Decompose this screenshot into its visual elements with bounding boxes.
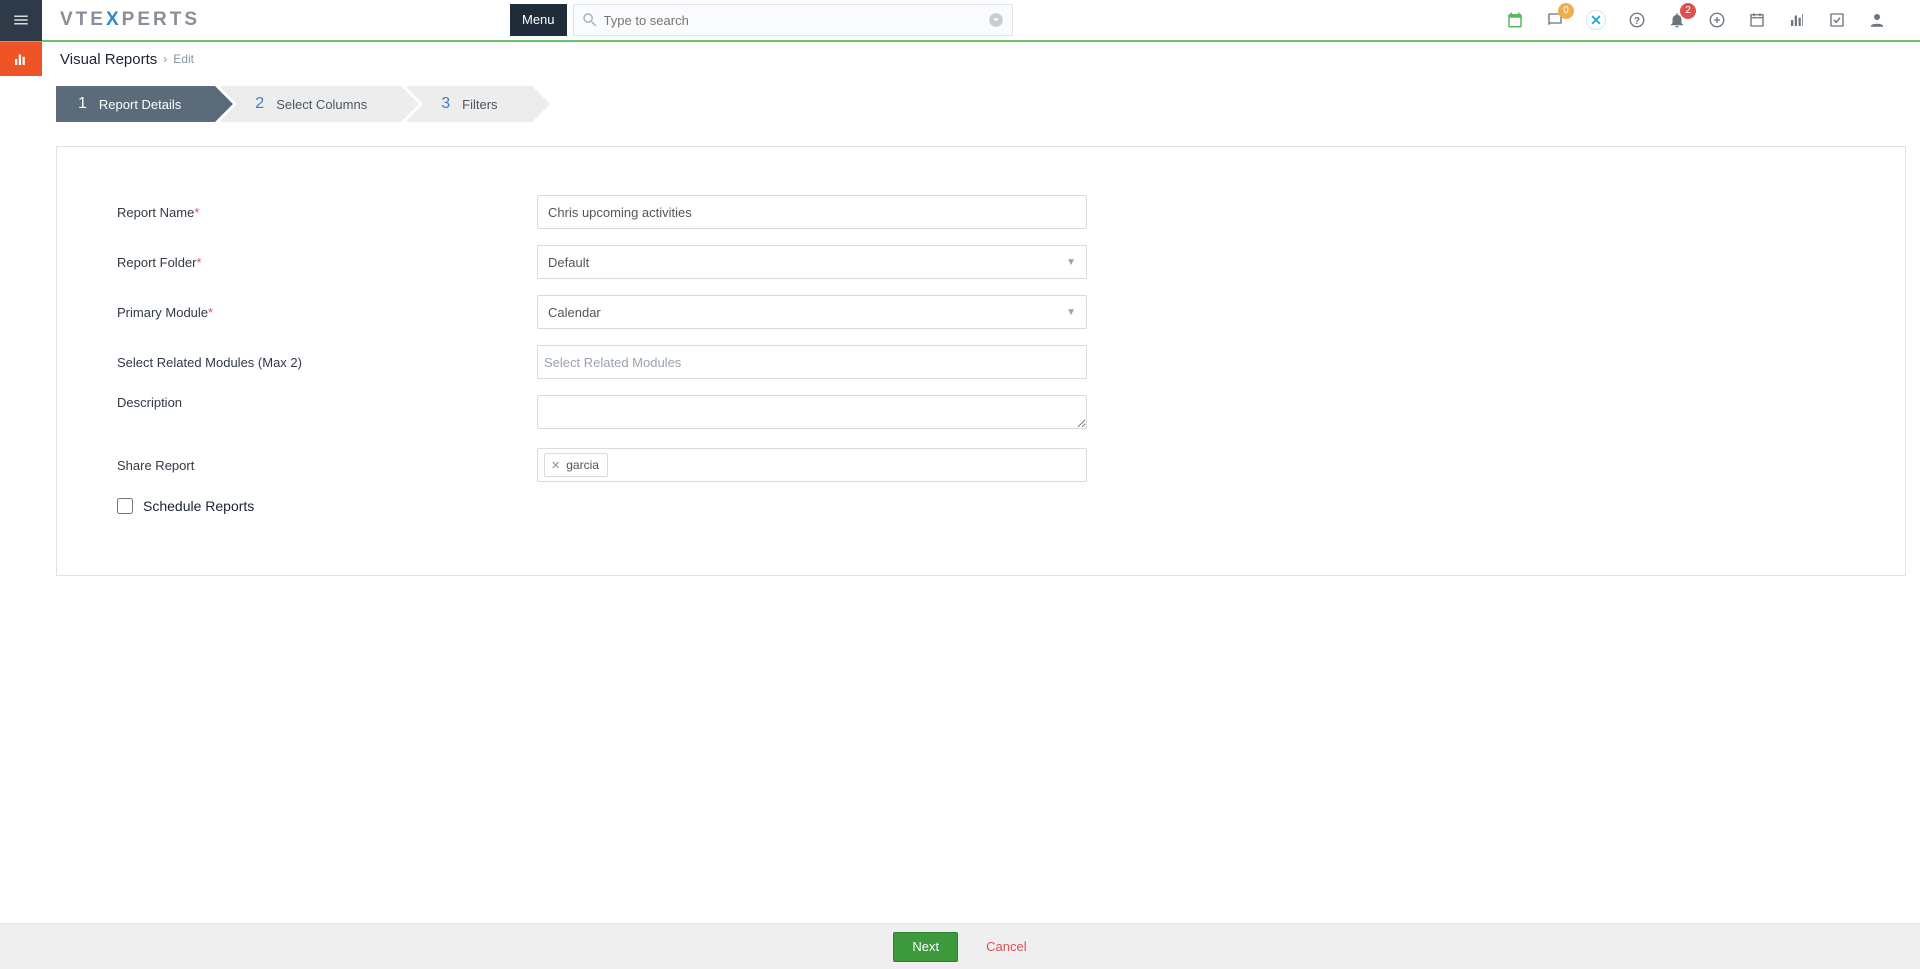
row-primary-module: Primary Module* Calendar ▼ bbox=[117, 295, 1845, 329]
share-report-multiselect[interactable]: ✕ garcia bbox=[537, 448, 1087, 482]
x-app-icon[interactable]: ✕ bbox=[1586, 10, 1606, 30]
chip-label: garcia bbox=[566, 458, 599, 472]
hamburger-menu[interactable] bbox=[0, 0, 42, 41]
row-related-modules: Select Related Modules (Max 2) Select Re… bbox=[117, 345, 1845, 379]
breadcrumb-leaf: Edit bbox=[173, 52, 194, 66]
global-search bbox=[573, 4, 1013, 36]
report-name-input[interactable] bbox=[537, 195, 1087, 229]
svg-text:?: ? bbox=[1634, 16, 1640, 27]
top-bar: VTEXPERTS Menu 0 ✕ ? 2 bbox=[0, 0, 1920, 42]
calendar-icon[interactable] bbox=[1748, 11, 1766, 29]
cancel-link[interactable]: Cancel bbox=[986, 939, 1026, 954]
module-icon[interactable] bbox=[0, 42, 42, 76]
row-report-name: Report Name* bbox=[117, 195, 1845, 229]
schedule-reports-checkbox[interactable] bbox=[117, 498, 133, 514]
sub-bar: Visual Reports › Edit bbox=[0, 42, 1920, 76]
search-icon bbox=[581, 11, 599, 29]
notifications-badge: 2 bbox=[1680, 3, 1696, 19]
tasks-icon[interactable] bbox=[1828, 11, 1846, 29]
share-report-label: Share Report bbox=[117, 458, 537, 473]
step-filters[interactable]: 3 Filters bbox=[407, 86, 531, 122]
report-folder-select[interactable]: Default ▼ bbox=[537, 245, 1087, 279]
calendar-shortcut[interactable] bbox=[1506, 11, 1524, 29]
footer-bar: Next Cancel bbox=[0, 923, 1920, 969]
wizard-steps: 1 Report Details 2 Select Columns 3 Filt… bbox=[56, 86, 1906, 122]
chart-icon bbox=[12, 50, 30, 68]
description-textarea[interactable] bbox=[537, 395, 1087, 429]
step-select-columns[interactable]: 2 Select Columns bbox=[221, 86, 401, 122]
primary-module-label: Primary Module* bbox=[117, 305, 537, 320]
description-label: Description bbox=[117, 395, 537, 410]
related-modules-label: Select Related Modules (Max 2) bbox=[117, 355, 537, 370]
report-name-label: Report Name* bbox=[117, 205, 537, 220]
topbar-right: 0 ✕ ? 2 bbox=[1506, 10, 1908, 30]
primary-module-select[interactable]: Calendar ▼ bbox=[537, 295, 1087, 329]
reports-icon[interactable] bbox=[1788, 11, 1806, 29]
content: 1 Report Details 2 Select Columns 3 Filt… bbox=[42, 76, 1920, 923]
hamburger-icon bbox=[12, 11, 30, 29]
step-number: 2 bbox=[255, 95, 264, 113]
add-icon[interactable] bbox=[1708, 11, 1726, 29]
left-rail bbox=[0, 76, 42, 969]
step-number: 3 bbox=[441, 95, 450, 113]
search-input[interactable] bbox=[573, 4, 1013, 36]
chevron-down-icon: ▼ bbox=[1066, 307, 1076, 318]
select-value: Calendar bbox=[548, 305, 601, 320]
step-report-details[interactable]: 1 Report Details bbox=[56, 86, 215, 122]
x-icon: ✕ bbox=[1586, 10, 1606, 30]
user-menu-icon[interactable] bbox=[1868, 11, 1886, 29]
row-description: Description bbox=[117, 395, 1845, 432]
multiselect-placeholder: Select Related Modules bbox=[544, 355, 681, 370]
report-folder-label: Report Folder* bbox=[117, 255, 537, 270]
step-label: Filters bbox=[462, 97, 497, 112]
chip-remove-icon[interactable]: ✕ bbox=[551, 459, 560, 472]
select-value: Default bbox=[548, 255, 589, 270]
step-number: 1 bbox=[78, 95, 87, 113]
step-label: Report Details bbox=[99, 97, 181, 112]
row-report-folder: Report Folder* Default ▼ bbox=[117, 245, 1845, 279]
logo-text: VTEXPERTS bbox=[60, 9, 200, 31]
menu-button[interactable]: Menu bbox=[510, 4, 567, 36]
row-share-report: Share Report ✕ garcia bbox=[117, 448, 1845, 482]
schedule-reports-label[interactable]: Schedule Reports bbox=[143, 498, 254, 514]
chat-badge: 0 bbox=[1558, 3, 1574, 19]
breadcrumb-separator: › bbox=[163, 52, 167, 66]
chat-icon[interactable]: 0 bbox=[1546, 11, 1564, 29]
breadcrumb: Visual Reports › Edit bbox=[60, 51, 194, 68]
chevron-down-icon: ▼ bbox=[1066, 257, 1076, 268]
row-schedule-reports: Schedule Reports bbox=[117, 498, 1845, 514]
breadcrumb-module[interactable]: Visual Reports bbox=[60, 51, 157, 68]
notifications-icon[interactable]: 2 bbox=[1668, 11, 1686, 29]
step-label: Select Columns bbox=[276, 97, 367, 112]
logo[interactable]: VTEXPERTS bbox=[60, 0, 200, 41]
form-panel: Report Name* Report Folder* Default ▼ Pr… bbox=[56, 146, 1906, 576]
related-modules-multiselect[interactable]: Select Related Modules bbox=[537, 345, 1087, 379]
share-chip: ✕ garcia bbox=[544, 453, 608, 477]
search-submit-icon[interactable] bbox=[987, 11, 1005, 29]
next-button[interactable]: Next bbox=[893, 932, 958, 962]
help-icon[interactable]: ? bbox=[1628, 11, 1646, 29]
